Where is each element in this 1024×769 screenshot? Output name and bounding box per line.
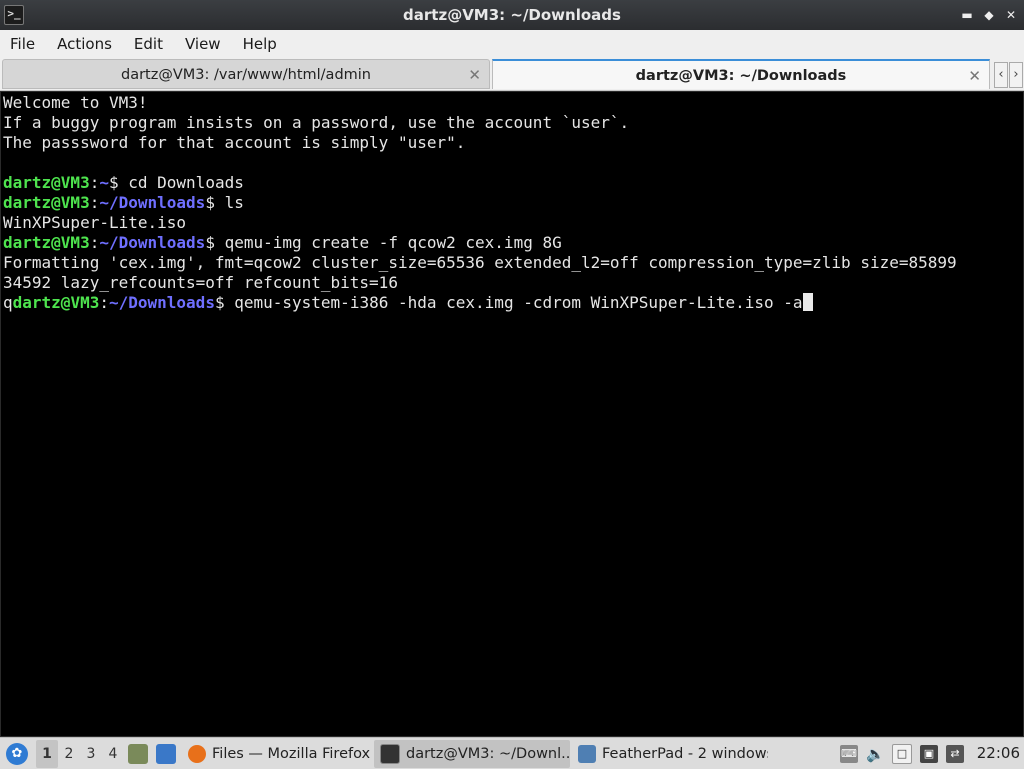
display-icon[interactable]: ▣ <box>920 745 938 763</box>
prompt-path: ~/Downloads <box>99 233 206 252</box>
volume-icon[interactable]: 🔈 <box>866 745 885 763</box>
task-featherpad[interactable]: FeatherPad - 2 windows <box>572 740 768 768</box>
menu-view[interactable]: View <box>175 30 233 58</box>
command-line: dartz@VM3:~/Downloads$ ls <box>3 193 1023 213</box>
task-terminal[interactable]: dartz@VM3: ~/Downl... <box>374 739 570 768</box>
clock[interactable]: 22:06 <box>977 738 1020 769</box>
menu-edit[interactable]: Edit <box>124 30 175 58</box>
terminal-output[interactable]: Welcome to VM3! If a buggy program insis… <box>0 91 1024 737</box>
menu-file[interactable]: File <box>0 30 47 58</box>
network-icon[interactable]: ⇄ <box>946 745 964 763</box>
system-tray: ⌨ 🔈 □ ▣ ⇄ <box>840 741 964 767</box>
task-label: FeatherPad - 2 windows <box>602 745 768 762</box>
prompt-sign: $ <box>214 293 235 312</box>
command-line: dartz@VM3:~/Downloads$ qemu-img create -… <box>3 233 1023 253</box>
command-line: dartz@VM3:~$ cd Downloads <box>3 173 1023 193</box>
prompt-sep: : <box>99 293 109 312</box>
motd-line: Welcome to VM3! <box>3 93 148 112</box>
chevron-right-icon[interactable]: › <box>1009 62 1023 88</box>
desktop-1[interactable]: 1 <box>36 739 58 768</box>
close-icon[interactable]: ✕ <box>968 61 981 91</box>
command-text: ls <box>224 193 244 212</box>
command-text: qemu-img create -f qcow2 cex.img 8G <box>224 233 562 252</box>
start-menu-icon[interactable]: ✿ <box>6 742 28 765</box>
keyboard-icon[interactable]: ⌨ <box>840 745 858 763</box>
maximize-icon[interactable]: ◆ <box>982 8 996 22</box>
tab-downloads[interactable]: dartz@VM3: ~/Downloads ✕ <box>492 59 990 89</box>
command-text: cd Downloads <box>128 173 244 192</box>
prompt-sep: : <box>89 233 100 252</box>
prompt-sign: $ <box>205 233 225 252</box>
tab-admin[interactable]: dartz@VM3: /var/www/html/admin ✕ <box>2 59 490 89</box>
command-text: qemu-system-i386 -hda cex.img -cdrom Win… <box>234 293 803 312</box>
tab-label: dartz@VM3: /var/www/html/admin <box>120 67 371 83</box>
window-title: dartz@VM3: ~/Downloads <box>403 6 621 24</box>
prompt-sep: : <box>89 173 100 192</box>
stray-char: q <box>3 293 13 312</box>
motd-line: If a buggy program insists on a password… <box>3 113 630 132</box>
show-desktop-icon[interactable] <box>156 743 176 764</box>
file-manager-icon[interactable] <box>128 743 148 764</box>
tab-bar: dartz@VM3: /var/www/html/admin ✕ dartz@V… <box>0 58 1024 91</box>
window-controls: ▬ ◆ ✕ <box>960 0 1018 30</box>
prompt-sign: $ <box>205 193 225 212</box>
menu-bar: File Actions Edit View Help <box>0 30 1024 59</box>
prompt-user: dartz@VM3 <box>3 233 90 252</box>
prompt-user: dartz@VM3 <box>3 193 90 212</box>
task-label: Files — Mozilla Firefox <box>212 745 371 762</box>
command-line-current: qdartz@VM3:~/Downloads$ qemu-system-i386… <box>3 293 1023 313</box>
output-line: 34592 lazy_refcounts=off refcount_bits=1… <box>3 273 398 292</box>
task-label: dartz@VM3: ~/Downl... <box>406 745 570 762</box>
desktop-3[interactable]: 3 <box>80 740 102 768</box>
prompt-path: ~/Downloads <box>99 193 206 212</box>
desktop-2[interactable]: 2 <box>58 740 80 768</box>
menu-help[interactable]: Help <box>233 30 289 58</box>
prompt-path: ~ <box>99 173 109 192</box>
title-bar: >_ dartz@VM3: ~/Downloads ▬ ◆ ✕ <box>0 0 1024 31</box>
output-line: Formatting 'cex.img', fmt=qcow2 cluster_… <box>3 253 957 272</box>
tab-label: dartz@VM3: ~/Downloads <box>635 68 847 84</box>
close-icon[interactable]: ✕ <box>1004 8 1018 22</box>
motd-line: The passsword for that account is simply… <box>3 133 466 152</box>
taskbar: ✿ 1 2 3 4 Files — Mozilla Firefox dartz@… <box>0 737 1024 769</box>
clipboard-icon[interactable]: □ <box>892 744 912 764</box>
output-line: WinXPSuper-Lite.iso <box>3 213 187 232</box>
prompt-user: dartz@VM3 <box>3 173 90 192</box>
menu-actions[interactable]: Actions <box>47 30 124 58</box>
featherpad-icon <box>578 744 596 763</box>
prompt-user: dartz@VM3 <box>12 293 100 312</box>
prompt-sign: $ <box>108 173 129 192</box>
firefox-icon <box>188 744 206 763</box>
minimize-icon[interactable]: ▬ <box>960 8 974 22</box>
prompt-path: ~/Downloads <box>108 293 215 312</box>
prompt-sep: : <box>89 193 100 212</box>
task-firefox[interactable]: Files — Mozilla Firefox <box>182 740 372 768</box>
terminal-icon <box>380 743 400 764</box>
close-icon[interactable]: ✕ <box>468 60 481 90</box>
desktop-4[interactable]: 4 <box>102 740 124 768</box>
chevron-left-icon[interactable]: ‹ <box>994 62 1008 88</box>
text-cursor <box>802 293 813 311</box>
